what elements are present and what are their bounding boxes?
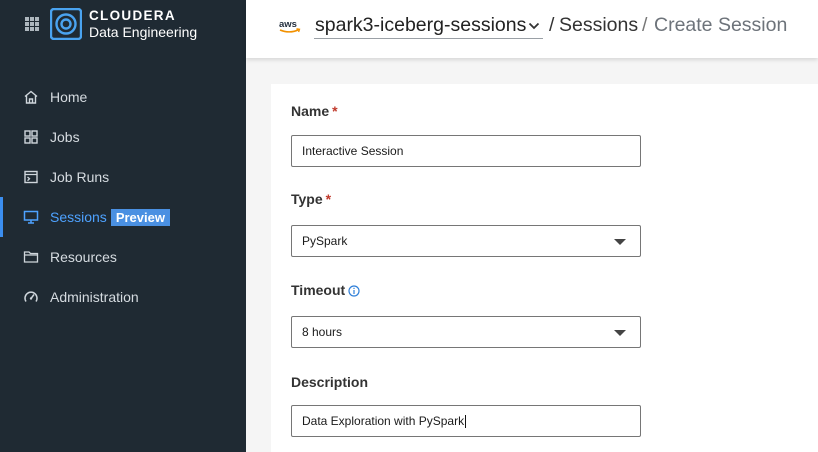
sidebar-item-label: Resources xyxy=(50,249,117,265)
cluster-dropdown[interactable]: spark3-iceberg-sessions xyxy=(314,13,543,39)
session-name-value: Interactive Session xyxy=(302,144,404,158)
cloudera-logo-icon xyxy=(50,8,82,40)
chevron-down-icon xyxy=(528,22,540,30)
text-cursor xyxy=(465,414,467,428)
sidebar-item-label: Home xyxy=(50,89,88,105)
sidebar-item-label: Job Runs xyxy=(50,169,110,185)
sidebar-item-label: Sessions xyxy=(50,209,107,225)
breadcrumb-sessions-link[interactable]: Sessions xyxy=(559,14,638,37)
session-type-value: PySpark xyxy=(302,234,348,248)
sidebar-item-resources[interactable]: Resources xyxy=(0,237,246,277)
sidebar-item-home[interactable]: Home xyxy=(0,77,246,117)
product-name: Data Engineering xyxy=(89,24,198,40)
sidebar-item-administration[interactable]: Administration xyxy=(0,277,246,317)
sidebar-item-sessions[interactable]: Sessions Preview xyxy=(0,197,246,237)
session-type-select[interactable]: PySpark xyxy=(291,225,641,257)
terminal-icon xyxy=(22,168,40,186)
timeout-label: Timeout xyxy=(291,282,346,298)
session-name-input[interactable]: Interactive Session xyxy=(291,135,641,167)
name-label: Name * xyxy=(291,103,338,119)
gauge-icon xyxy=(22,288,40,306)
breadcrumb-separator: / xyxy=(549,14,555,36)
caret-down-icon xyxy=(614,239,626,245)
required-mark: * xyxy=(332,103,338,119)
type-label: Type * xyxy=(291,191,332,207)
cluster-name: spark3-iceberg-sessions xyxy=(315,14,527,36)
required-mark: * xyxy=(325,191,332,207)
description-value: Data Exploration with PySpark xyxy=(302,414,465,428)
svg-text:aws: aws xyxy=(279,19,297,30)
monitor-icon xyxy=(22,208,40,226)
top-header: aws spark3-iceberg-sessions / Sessions /… xyxy=(246,0,818,58)
brand-name: CLOUDERA xyxy=(89,8,176,23)
info-icon[interactable] xyxy=(348,285,360,297)
app-launcher-icon[interactable] xyxy=(25,17,39,31)
breadcrumb-current-page: Create Session xyxy=(654,14,788,36)
brand-header: CLOUDERA Data Engineering xyxy=(0,0,246,48)
sidebar: CLOUDERA Data Engineering Home Jobs Job … xyxy=(0,0,246,452)
home-icon xyxy=(22,88,40,106)
sidebar-item-jobs[interactable]: Jobs xyxy=(0,117,246,157)
caret-down-icon xyxy=(614,330,626,336)
sidebar-item-job-runs[interactable]: Job Runs xyxy=(0,157,246,197)
folder-icon xyxy=(22,248,40,266)
sidebar-nav: Home Jobs Job Runs Sessions Preview Reso… xyxy=(0,77,246,317)
breadcrumb-separator: / xyxy=(642,14,648,36)
grid-icon xyxy=(22,128,40,146)
description-input[interactable]: Data Exploration with PySpark xyxy=(291,405,641,437)
create-session-form: Name * Interactive Session Type * PySpark … xyxy=(271,84,818,452)
aws-logo-icon: aws xyxy=(279,19,301,33)
description-label: Description xyxy=(291,374,369,390)
preview-badge: Preview xyxy=(110,208,170,226)
sidebar-item-label: Jobs xyxy=(50,129,80,145)
timeout-value: 8 hours xyxy=(302,325,343,339)
timeout-select[interactable]: 8 hours xyxy=(291,316,641,348)
sidebar-item-label: Administration xyxy=(50,289,139,305)
